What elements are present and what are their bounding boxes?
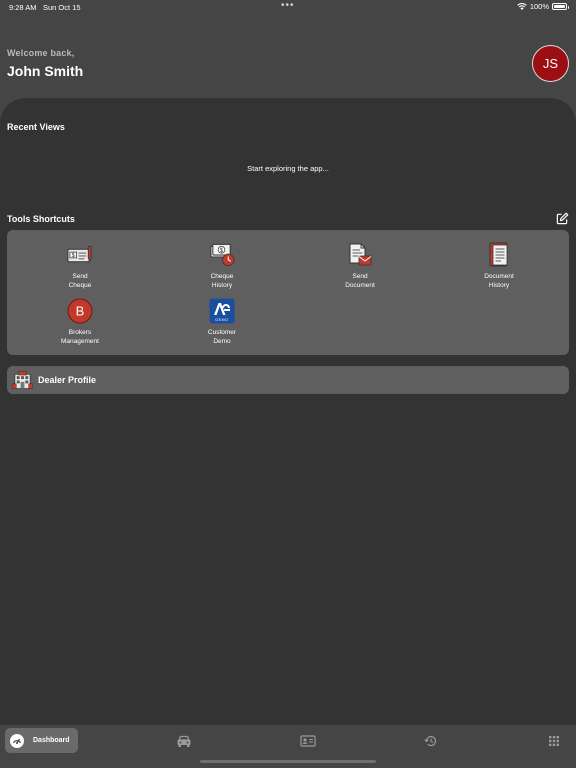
customer-demo-icon: DEMO <box>209 298 235 324</box>
brokers-badge-letter: B <box>76 304 85 319</box>
recent-views-empty-text: Start exploring the app... <box>247 164 329 173</box>
document-send-icon <box>347 242 373 268</box>
wifi-icon <box>517 3 527 10</box>
cheque-history-icon: $ <box>209 242 235 268</box>
svg-text:$: $ <box>220 248 224 254</box>
tool-label: Send Document <box>345 273 375 289</box>
tool-label: Customer Demo <box>207 329 237 345</box>
multitasking-dots-icon[interactable]: ••• <box>281 0 295 11</box>
dealer-profile-button[interactable]: Dealer Profile <box>7 366 569 394</box>
gauge-icon <box>10 733 24 748</box>
cheque-send-icon: $ <box>67 242 93 268</box>
status-indicators: 100% <box>517 2 569 11</box>
car-icon[interactable] <box>176 734 192 748</box>
dealership-icon <box>12 370 33 389</box>
tool-document-history[interactable]: Document History <box>459 242 539 290</box>
demo-badge-text: DEMO <box>215 318 228 322</box>
tool-brokers-management[interactable]: B Brokers Management <box>40 298 120 346</box>
document-history-icon <box>486 242 512 268</box>
main-panel <box>0 98 576 725</box>
home-indicator <box>200 760 376 763</box>
tools-shortcuts-title: Tools Shortcuts <box>7 214 75 224</box>
tab-dashboard[interactable]: Dashboard <box>5 728 78 753</box>
brokers-icon: B <box>67 298 93 324</box>
tool-label: Cheque History <box>210 273 234 289</box>
dealer-profile-label: Dealer Profile <box>38 375 97 385</box>
edit-icon[interactable] <box>556 212 569 225</box>
grid-icon[interactable] <box>546 734 562 748</box>
history-icon[interactable] <box>423 734 439 748</box>
tool-label: Send Cheque <box>68 273 92 289</box>
recent-views-title: Recent Views <box>7 122 65 132</box>
tool-cheque-history[interactable]: $ Cheque History <box>182 242 262 290</box>
tool-send-document[interactable]: Send Document <box>320 242 400 290</box>
tools-shortcuts-card: $ Send Cheque $ Cheque History Send Docu… <box>7 230 569 355</box>
tool-label: Document History <box>484 273 514 289</box>
welcome-text: Welcome back, <box>7 48 75 58</box>
id-card-icon[interactable] <box>300 734 316 748</box>
battery-icon <box>552 3 569 10</box>
status-date: Sun Oct 15 <box>43 3 81 12</box>
status-bar: 9:28 AM Sun Oct 15 ••• 100% <box>0 0 576 14</box>
tab-dashboard-label: Dashboard <box>33 737 70 744</box>
svg-text:$: $ <box>71 253 75 259</box>
status-time: 9:28 AM <box>9 3 37 12</box>
avatar[interactable]: JS <box>532 45 569 82</box>
tool-customer-demo[interactable]: DEMO Customer Demo <box>182 298 262 346</box>
user-name: John Smith <box>7 63 84 79</box>
tool-label: Brokers Management <box>61 329 99 345</box>
tool-send-cheque[interactable]: $ Send Cheque <box>40 242 120 290</box>
battery-percent: 100% <box>529 2 549 11</box>
